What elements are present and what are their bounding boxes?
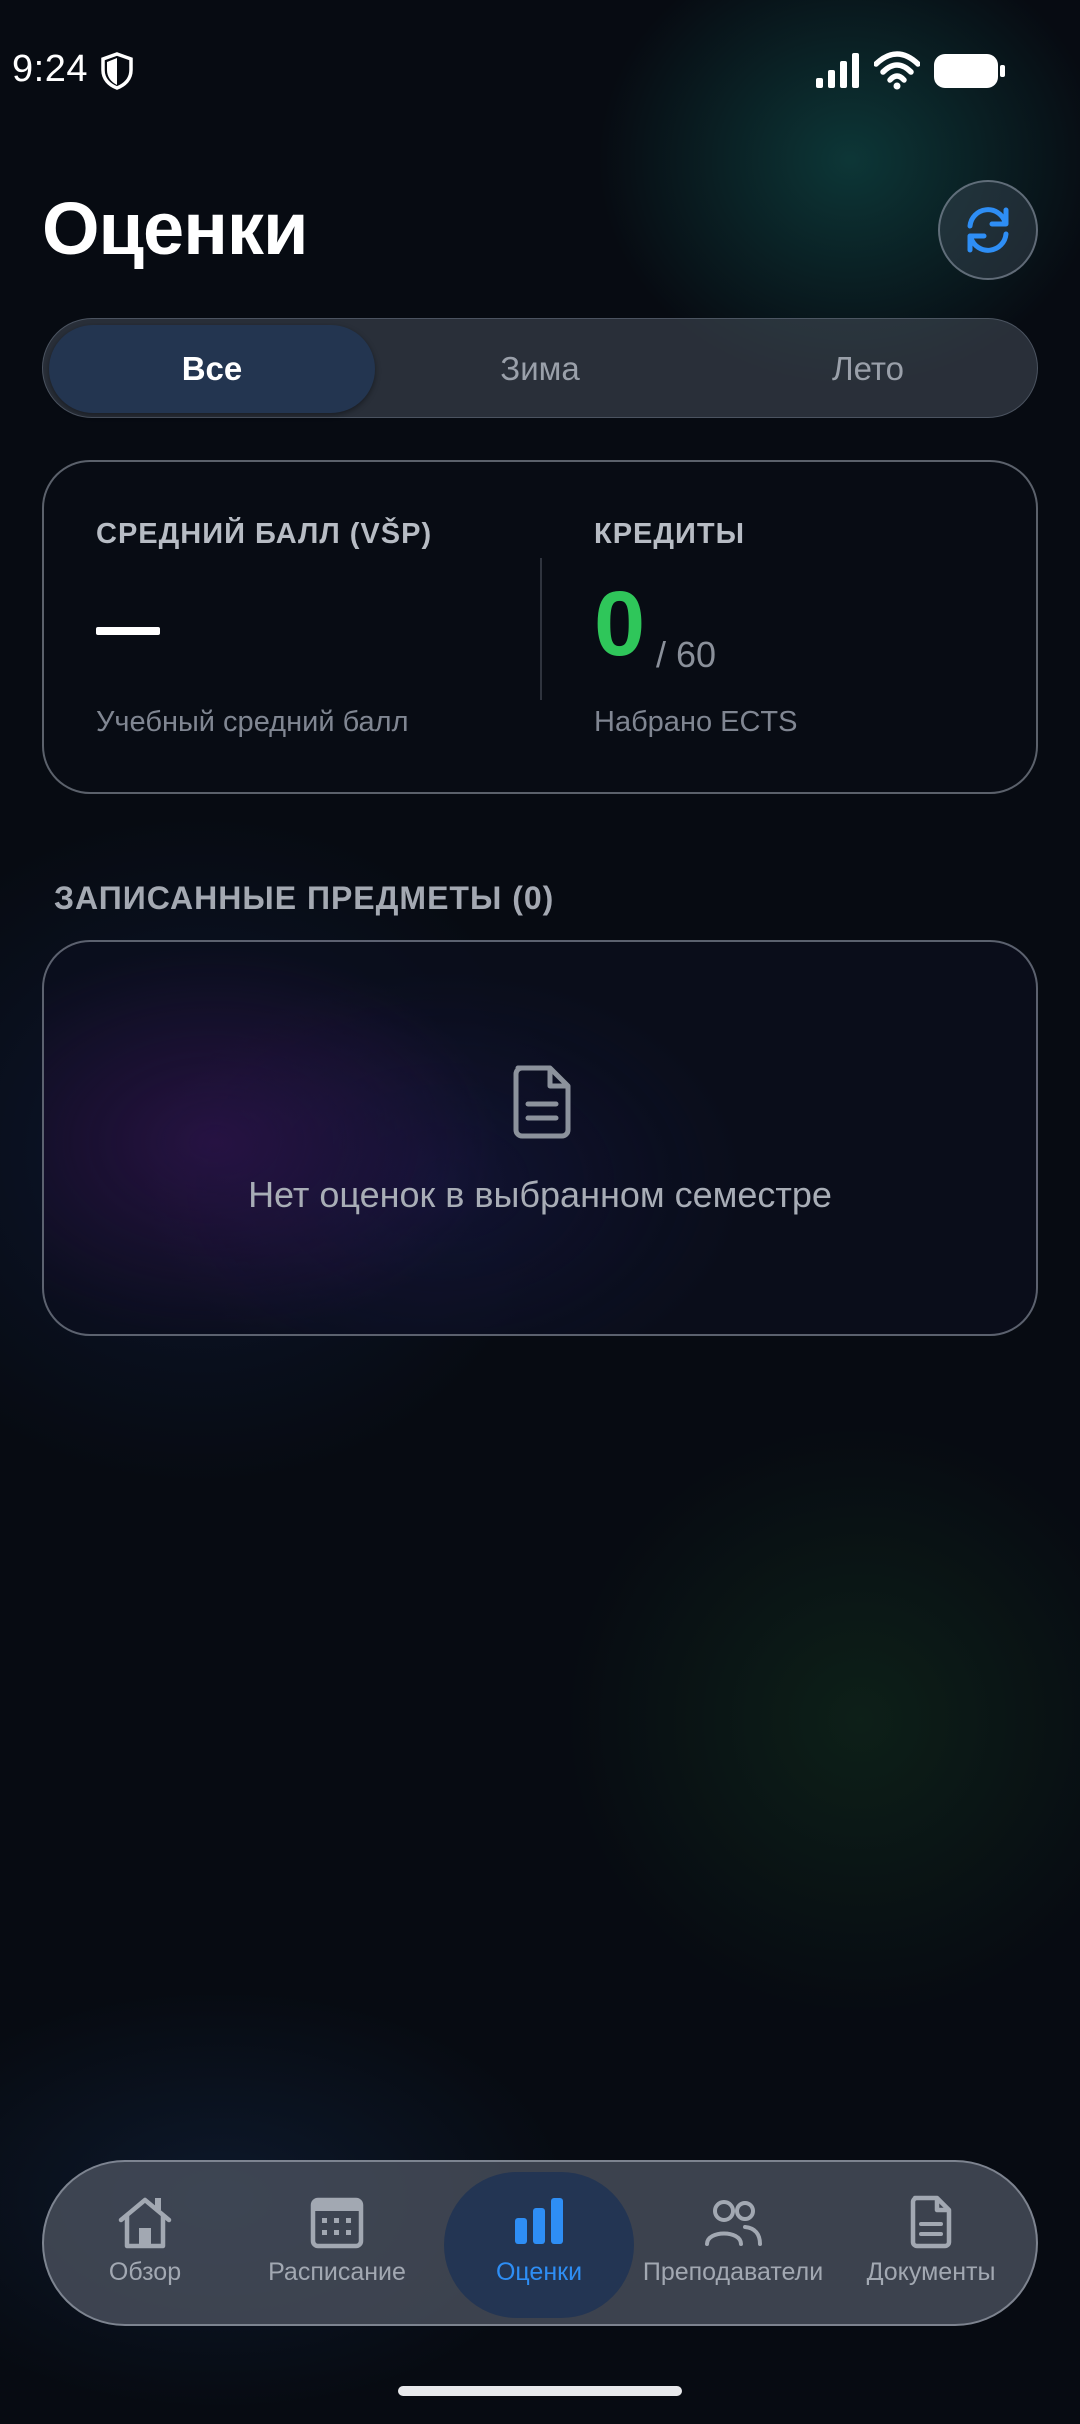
wifi-icon [874, 51, 920, 90]
credits-total: / 60 [656, 634, 717, 675]
tab-label: Документы [866, 2258, 996, 2286]
bottom-tab-bar: Обзор Расписание Оценки Преподаватели До… [42, 2160, 1038, 2326]
tab-schedule[interactable]: Расписание [242, 2172, 432, 2318]
tab-teachers[interactable]: Преподаватели [638, 2172, 828, 2318]
tab-label: Расписание [268, 2258, 406, 2286]
gpa-caption: Учебный средний балл [96, 706, 409, 738]
refresh-icon [967, 207, 1009, 253]
document-icon [910, 2195, 952, 2249]
status-bar: 9:24 [0, 0, 1080, 140]
document-icon [513, 1065, 571, 1139]
gpa-value [96, 627, 160, 635]
home-icon [118, 2197, 172, 2249]
page-title: Оценки [42, 187, 308, 270]
segment-all[interactable]: Все [49, 325, 375, 413]
stats-divider [540, 558, 542, 700]
credits-caption: Набрано ECTS [594, 706, 798, 738]
tab-label: Преподаватели [642, 2258, 824, 2286]
status-time: 9:24 [12, 48, 88, 90]
empty-state-card: Нет оценок в выбранном семестре [42, 940, 1038, 1336]
signal-icon [816, 53, 859, 88]
gpa-label: СРЕДНИЙ БАЛЛ (VŠP) [96, 518, 433, 550]
segment-winter[interactable]: Зима [377, 325, 703, 413]
calendar-icon [310, 2197, 364, 2249]
bar-chart-icon [515, 2198, 563, 2244]
refresh-button[interactable] [938, 180, 1038, 280]
segment-summer[interactable]: Лето [705, 325, 1031, 413]
tab-label: Обзор [108, 2258, 182, 2286]
shield-icon [101, 52, 133, 90]
tab-grades[interactable]: Оценки [444, 2172, 634, 2318]
battery-icon [934, 54, 1005, 88]
people-icon [705, 2200, 762, 2246]
credits-label: КРЕДИТЫ [594, 518, 745, 550]
semester-segmented-control: Все Зима Лето [42, 318, 1038, 418]
empty-state-text: Нет оценок в выбранном семестре [248, 1174, 832, 1215]
stats-card: СРЕДНИЙ БАЛЛ (VŠP) Учебный средний балл … [42, 460, 1038, 794]
home-indicator[interactable] [398, 2386, 682, 2396]
section-title: ЗАПИСАННЫЕ ПРЕДМЕТЫ (0) [54, 880, 555, 916]
credits-value: 0 [594, 573, 646, 675]
tab-overview[interactable]: Обзор [50, 2172, 240, 2318]
tab-documents[interactable]: Документы [836, 2172, 1026, 2318]
tab-label: Оценки [495, 2258, 583, 2286]
